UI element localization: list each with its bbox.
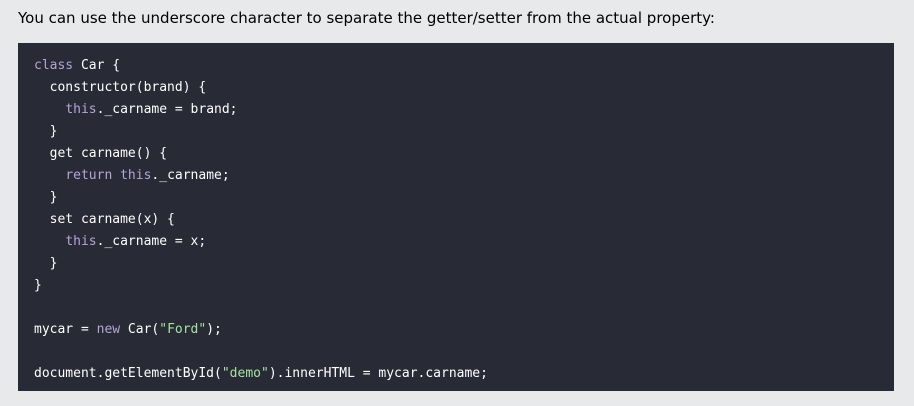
code-keyword: new [96,322,121,337]
intro-paragraph: You can use the underscore character to … [18,9,715,27]
code-string: "Ford" [159,322,207,337]
code-text: Car { [73,58,121,73]
code-line: class Car { [34,55,894,77]
code-text: } [49,256,58,271]
code-example-block: class Car { constructor(brand) { this._c… [18,43,894,391]
code-keyword: this [65,102,97,117]
code-text: set carname(x) { [49,212,175,227]
code-keyword: return [65,168,113,183]
code-text: } [34,278,42,293]
code-line: return this._carname; [34,165,894,187]
code-line: this._carname = x; [34,231,894,253]
code-text: ._carname; [151,168,230,183]
code-line: this._carname = brand; [34,99,894,121]
code-text: get carname() { [49,146,168,161]
code-content: class Car { constructor(brand) { this._c… [34,55,894,385]
code-string: "demo" [221,366,269,381]
code-line: document.getElementById("demo").innerHTM… [34,363,894,385]
code-text: } [49,124,58,139]
code-line: } [34,121,894,143]
code-keyword: class [34,58,74,73]
code-text: mycar = [34,322,97,337]
code-keyword: this [120,168,152,183]
code-text: ._carname = brand; [96,102,238,117]
code-line: } [34,187,894,209]
code-keyword: this [65,234,97,249]
code-text: ).innerHTML = mycar.carname; [268,366,488,381]
code-line: } [34,275,894,297]
code-text: ._carname = x; [96,234,207,249]
code-line: set carname(x) { [34,209,894,231]
code-text: document.getElementById( [34,366,222,381]
code-text: constructor(brand) { [49,80,207,95]
code-line: get carname() { [34,143,894,165]
code-text: ); [206,322,222,337]
code-text: Car( [120,322,160,337]
code-line: mycar = new Car("Ford"); [34,319,894,341]
code-line: } [34,253,894,275]
tutorial-section: You can use the underscore character to … [0,0,914,406]
code-text: } [49,190,58,205]
code-line: constructor(brand) { [34,77,894,99]
